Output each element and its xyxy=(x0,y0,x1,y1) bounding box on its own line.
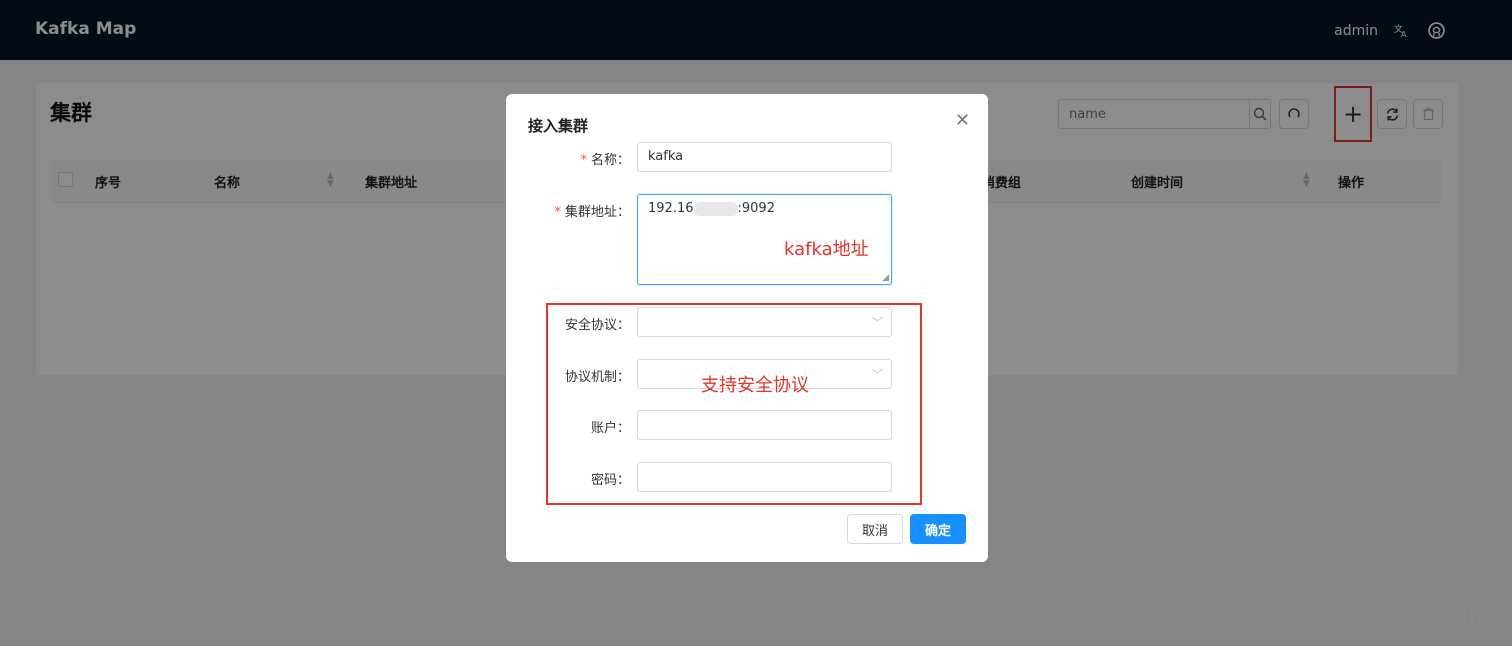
watermark: @稀土掘金技术社区 xyxy=(1341,608,1494,628)
account-input[interactable] xyxy=(637,410,892,440)
address-annotation: kafka地址 xyxy=(784,239,869,260)
password-label: 密码： xyxy=(590,473,630,488)
resize-handle-icon[interactable]: ◢ xyxy=(882,273,889,283)
address-label: * 集群地址： xyxy=(554,205,630,220)
protocol-label: 安全协议： xyxy=(564,318,630,333)
account-label: 账户： xyxy=(590,421,630,436)
name-input[interactable]: kafka xyxy=(637,142,892,172)
ok-button[interactable]: 确定 xyxy=(910,514,966,544)
add-cluster-modal: 接入集群 ✕ * 名称： kafka * 集群地址： 192.16 :9092 ◢ k… xyxy=(506,94,988,562)
cancel-button[interactable]: 取消 xyxy=(847,514,903,544)
address-value-suffix: :9092 xyxy=(737,201,775,216)
mechanism-label: 协议机制： xyxy=(564,370,630,385)
chevron-down-icon: ﹀ xyxy=(872,368,883,381)
modal-title: 接入集群 xyxy=(528,117,589,135)
close-icon[interactable]: ✕ xyxy=(955,110,970,131)
redacted-segment xyxy=(693,201,738,216)
address-value-prefix: 192.16 xyxy=(648,201,694,216)
name-label: * 名称： xyxy=(580,153,630,168)
password-input[interactable] xyxy=(637,462,892,492)
security-annotation: 支持安全协议 xyxy=(701,375,809,396)
chevron-down-icon: ﹀ xyxy=(872,316,883,329)
protocol-select[interactable]: ﹀ xyxy=(637,307,892,337)
